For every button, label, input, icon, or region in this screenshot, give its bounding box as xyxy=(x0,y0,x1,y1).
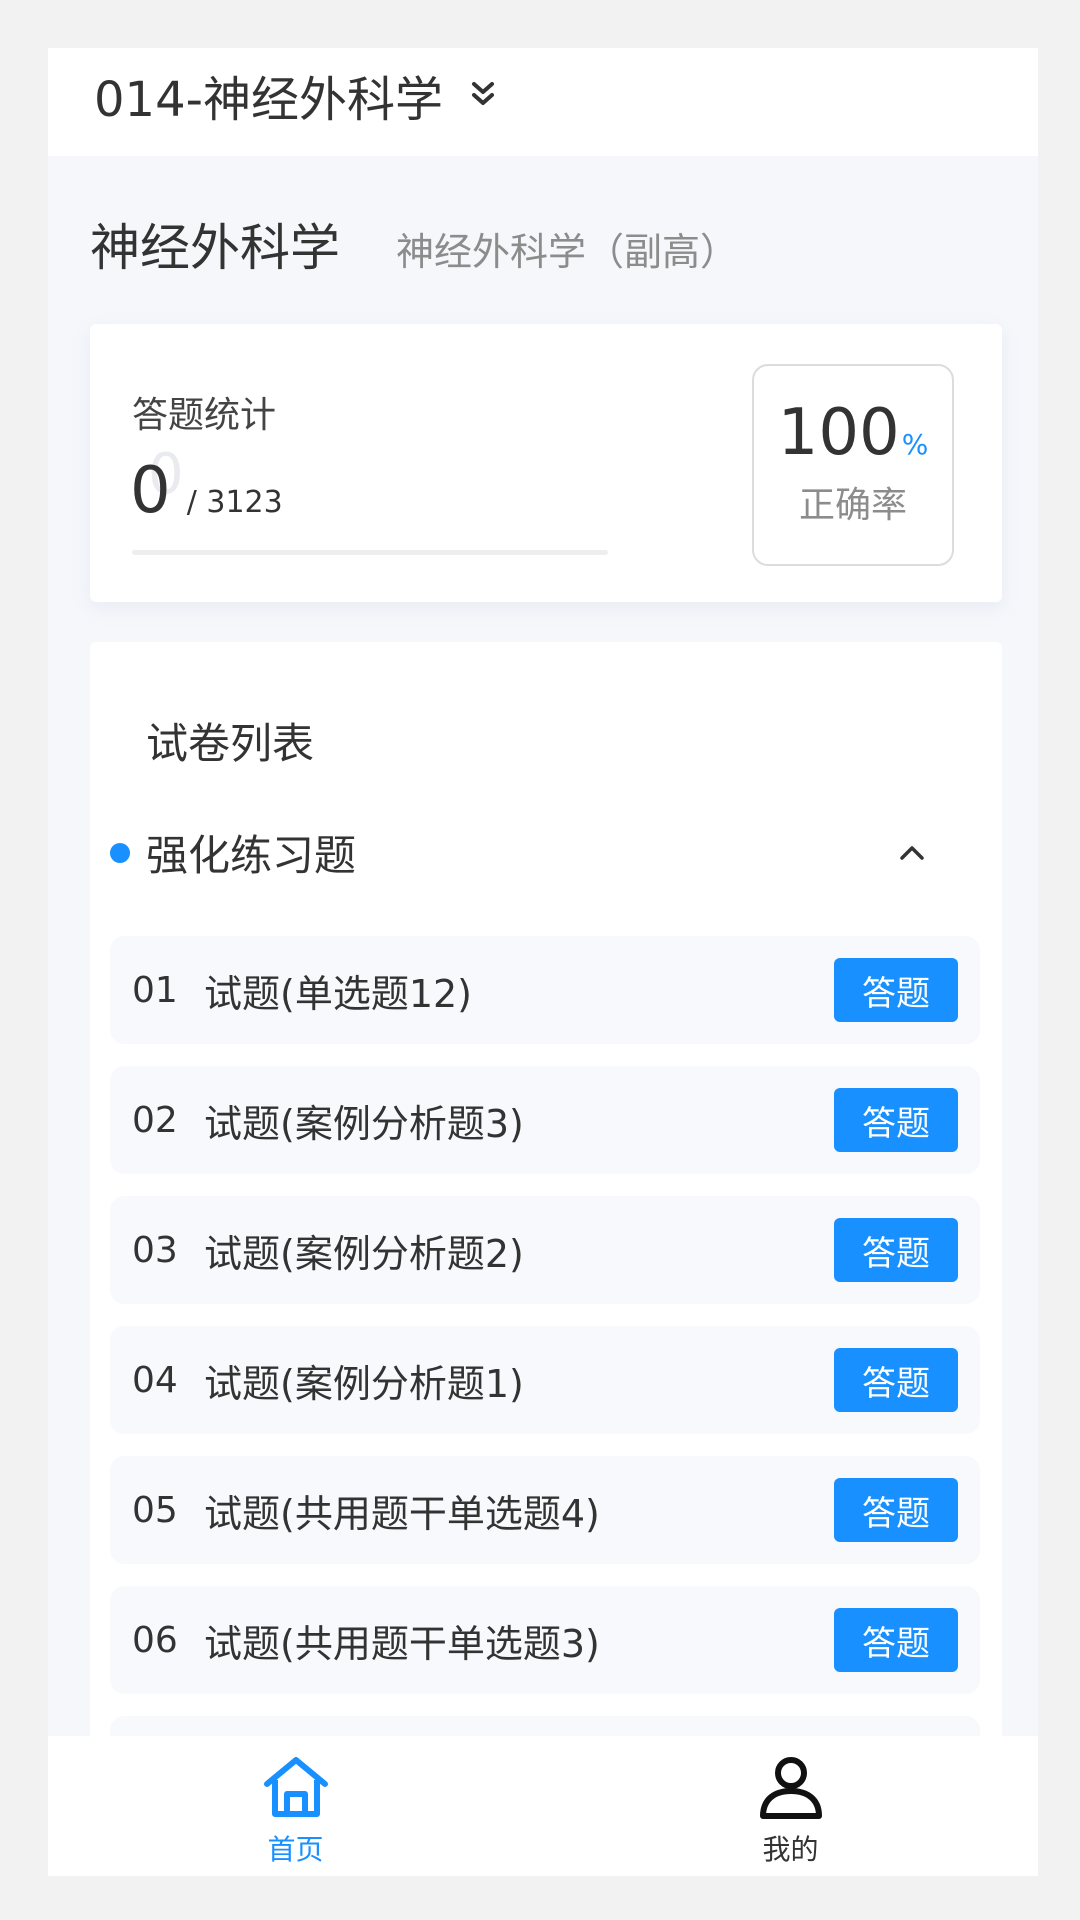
paper-item[interactable]: 06 试题(共用题干单选题3) 答题 xyxy=(110,1586,980,1694)
answer-button[interactable]: 答题 xyxy=(834,1608,958,1672)
app-screen: 014-神经外科学 神经外科学 神经外科学（副高） 答题统计 0 0 / 312… xyxy=(48,48,1038,1876)
home-icon xyxy=(263,1757,328,1817)
paper-item[interactable]: 02 试题(案例分析题3) 答题 xyxy=(110,1066,980,1174)
paper-name: 试题(共用题干单选题3) xyxy=(204,1621,600,1666)
accuracy-value-row: 100% xyxy=(754,396,952,470)
paper-number: 01 xyxy=(132,969,178,1011)
paper-name: 试题(案例分析题2) xyxy=(204,1231,524,1276)
tab-home[interactable]: 首页 xyxy=(48,1736,543,1876)
paper-item[interactable]: 01 试题(单选题12) 答题 xyxy=(110,936,980,1044)
paper-list: 01 试题(单选题12) 答题 02 试题(案例分析题3) 答题 03 试题(案… xyxy=(110,936,980,1846)
answer-button[interactable]: 答题 xyxy=(834,1478,958,1542)
accuracy-value: 100 xyxy=(777,396,900,470)
accuracy-unit: % xyxy=(901,428,929,461)
paper-number: 02 xyxy=(132,1099,178,1141)
user-icon xyxy=(759,1757,822,1819)
subject-selector[interactable]: 014-神经外科学 xyxy=(94,60,503,130)
paper-number: 04 xyxy=(132,1359,178,1401)
answer-button[interactable]: 答题 xyxy=(834,1218,958,1282)
paper-name: 试题(案例分析题1) xyxy=(204,1361,524,1406)
chevron-up-icon[interactable] xyxy=(892,833,932,873)
progress-bar xyxy=(132,550,608,555)
group-title: 强化练习题 xyxy=(146,831,357,880)
answer-button[interactable]: 答题 xyxy=(834,958,958,1022)
paper-list-card: 试卷列表 强化练习题 01 试题(单选题12) 答题 02 试题(案例分析题3)… xyxy=(90,642,1002,1876)
stats-count: 0 / 3123 xyxy=(130,454,283,528)
bottom-tab-bar: 首页 我的 xyxy=(48,1736,1038,1876)
subject-name: 神经外科学 xyxy=(90,219,340,277)
tab-mine[interactable]: 我的 xyxy=(543,1736,1038,1876)
paper-name: 试题(单选题12) xyxy=(204,971,473,1016)
paper-list-title: 试卷列表 xyxy=(146,719,315,768)
group-header[interactable]: 强化练习题 xyxy=(110,822,960,883)
paper-item[interactable]: 03 试题(案例分析题2) 答题 xyxy=(110,1196,980,1304)
accuracy-box: 100% 正确率 xyxy=(752,364,954,566)
answer-stats-card: 答题统计 0 0 / 3123 100% 正确率 xyxy=(90,324,1002,602)
accuracy-label: 正确率 xyxy=(798,485,907,526)
tab-home-label: 首页 xyxy=(267,1833,324,1866)
paper-name: 试题(共用题干单选题4) xyxy=(204,1491,600,1536)
stats-label: 答题统计 xyxy=(132,395,277,436)
subject-heading: 神经外科学 神经外科学（副高） xyxy=(90,208,738,280)
tab-mine-label: 我的 xyxy=(762,1833,819,1866)
double-chevron-down-icon xyxy=(471,82,494,105)
paper-name: 试题(案例分析题3) xyxy=(204,1101,524,1146)
paper-item[interactable]: 04 试题(案例分析题1) 答题 xyxy=(110,1326,980,1434)
paper-number: 06 xyxy=(132,1619,178,1661)
subject-level: 神经外科学（副高） xyxy=(396,230,739,274)
answer-button[interactable]: 答题 xyxy=(834,1088,958,1152)
paper-number: 03 xyxy=(132,1229,178,1271)
answered-count: 0 xyxy=(130,454,171,528)
bullet-dot-icon xyxy=(110,842,130,863)
paper-number: 05 xyxy=(132,1489,178,1531)
total-count: / 3123 xyxy=(186,485,283,520)
subject-selector-label: 014-神经外科学 xyxy=(94,72,443,128)
answer-button[interactable]: 答题 xyxy=(834,1348,958,1412)
top-bar: 014-神经外科学 xyxy=(48,48,1038,156)
paper-item[interactable]: 05 试题(共用题干单选题4) 答题 xyxy=(110,1456,980,1564)
